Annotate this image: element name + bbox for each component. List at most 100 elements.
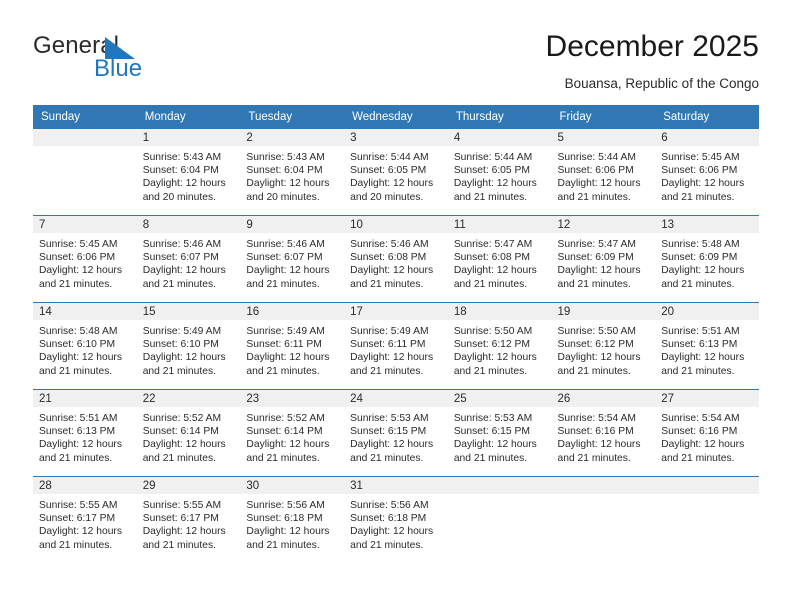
- calendar-day-cell[interactable]: 21 Sunrise: 5:51 AM Sunset: 6:13 PM Dayligh…: [33, 389, 137, 477]
- calendar-day-cell[interactable]: 14 Sunrise: 5:48 AM Sunset: 6:10 PM Dayligh…: [33, 302, 137, 390]
- calendar-day-cell-empty: [551, 476, 656, 563]
- calendar-day-cell[interactable]: 16 Sunrise: 5:49 AM Sunset: 6:11 PM Dayligh…: [240, 302, 345, 390]
- sunrise-text: Sunrise: 5:45 AM: [39, 239, 118, 250]
- calendar-grid: Sunday Monday Tuesday Wednesday Thursday Frid…: [33, 105, 759, 563]
- day-number: 31: [344, 477, 448, 494]
- sunset-text: Sunset: 6:17 PM: [142, 513, 219, 525]
- sunrise-text: Sunrise: 5:51 AM: [661, 326, 740, 337]
- day-details: Sunrise: 5:55 AM Sunset: 6:17 PM Daylight:…: [33, 494, 137, 552]
- day-number: 15: [136, 303, 241, 320]
- daylight-text: Daylight: 12 hours and 21 minutes.: [246, 526, 330, 551]
- day-details: Sunrise: 5:54 AM Sunset: 6:16 PM Daylight:…: [655, 407, 759, 465]
- day-number: 25: [447, 390, 552, 407]
- calendar-day-cell[interactable]: 5 Sunrise: 5:44 AM Sunset: 6:06 PM Daylight…: [551, 129, 656, 216]
- sunrise-text: Sunrise: 5:54 AM: [557, 413, 636, 424]
- calendar-day-cell[interactable]: 30 Sunrise: 5:56 AM Sunset: 6:18 PM Dayligh…: [240, 476, 345, 563]
- day-details: Sunrise: 5:46 AM Sunset: 6:08 PM Daylight:…: [344, 233, 448, 291]
- daylight-text: Daylight: 12 hours and 20 minutes.: [142, 178, 226, 203]
- daylight-text: Daylight: 12 hours and 21 minutes.: [557, 352, 641, 377]
- day-number: 28: [33, 477, 137, 494]
- sunset-text: Sunset: 6:08 PM: [453, 252, 530, 264]
- day-number: 21: [33, 390, 137, 407]
- day-details: Sunrise: 5:54 AM Sunset: 6:16 PM Daylight:…: [552, 407, 656, 465]
- day-number: [551, 477, 656, 494]
- calendar-week-row: 21 Sunrise: 5:51 AM Sunset: 6:13 PM Dayligh…: [33, 389, 759, 477]
- sunset-text: Sunset: 6:11 PM: [246, 339, 322, 351]
- sunrise-text: Sunrise: 5:43 AM: [142, 152, 222, 163]
- sunrise-text: Sunrise: 5:54 AM: [661, 413, 740, 424]
- sunset-text: Sunset: 6:11 PM: [350, 339, 426, 351]
- daylight-text: Daylight: 12 hours and 21 minutes.: [142, 352, 226, 377]
- daylight-text: Daylight: 12 hours and 21 minutes.: [246, 439, 330, 464]
- calendar-day-cell[interactable]: 8 Sunrise: 5:46 AM Sunset: 6:07 PM Daylight…: [136, 215, 241, 303]
- calendar-day-cell[interactable]: 28 Sunrise: 5:55 AM Sunset: 6:17 PM Dayligh…: [33, 476, 137, 563]
- calendar-day-cell[interactable]: 20 Sunrise: 5:51 AM Sunset: 6:13 PM Dayligh…: [655, 302, 759, 390]
- day-number: 14: [33, 303, 137, 320]
- calendar-day-cell[interactable]: 26 Sunrise: 5:54 AM Sunset: 6:16 PM Dayligh…: [551, 389, 656, 477]
- sunset-text: Sunset: 6:12 PM: [557, 339, 634, 351]
- calendar-day-cell[interactable]: 11 Sunrise: 5:47 AM Sunset: 6:08 PM Dayligh…: [447, 215, 552, 303]
- sunrise-text: Sunrise: 5:52 AM: [142, 413, 222, 424]
- calendar-day-cell[interactable]: 19 Sunrise: 5:50 AM Sunset: 6:12 PM Dayligh…: [551, 302, 656, 390]
- calendar-body: 1 Sunrise: 5:43 AM Sunset: 6:04 PM Daylight…: [33, 129, 759, 563]
- sunrise-text: Sunrise: 5:44 AM: [557, 152, 636, 163]
- calendar-day-cell[interactable]: 18 Sunrise: 5:50 AM Sunset: 6:12 PM Dayligh…: [447, 302, 552, 390]
- day-number: 29: [136, 477, 241, 494]
- calendar-day-cell[interactable]: 10 Sunrise: 5:46 AM Sunset: 6:08 PM Dayligh…: [344, 215, 448, 303]
- day-details: Sunrise: 5:45 AM Sunset: 6:06 PM Daylight:…: [655, 146, 759, 204]
- calendar-day-cell[interactable]: 22 Sunrise: 5:52 AM Sunset: 6:14 PM Dayligh…: [136, 389, 241, 477]
- day-number: 27: [655, 390, 759, 407]
- brand-name-blue: Blue: [94, 55, 143, 82]
- day-number: 1: [136, 129, 241, 146]
- sunrise-text: Sunrise: 5:44 AM: [350, 152, 429, 163]
- calendar-day-cell[interactable]: 15 Sunrise: 5:49 AM Sunset: 6:10 PM Dayligh…: [136, 302, 241, 390]
- day-details: Sunrise: 5:51 AM Sunset: 6:13 PM Daylight:…: [33, 407, 137, 465]
- calendar-header-row: Sunday Monday Tuesday Wednesday Thursday Frid…: [33, 105, 759, 129]
- calendar-week-row: 1 Sunrise: 5:43 AM Sunset: 6:04 PM Daylight…: [33, 129, 759, 216]
- calendar-day-cell[interactable]: 27 Sunrise: 5:54 AM Sunset: 6:16 PM Dayligh…: [655, 389, 759, 477]
- daylight-text: Daylight: 12 hours and 21 minutes.: [246, 265, 330, 290]
- calendar-day-cell[interactable]: 7 Sunrise: 5:45 AM Sunset: 6:06 PM Daylight…: [33, 215, 137, 303]
- sunrise-text: Sunrise: 5:45 AM: [661, 152, 740, 163]
- sunset-text: Sunset: 6:12 PM: [453, 339, 530, 351]
- day-details: Sunrise: 5:47 AM Sunset: 6:08 PM Daylight:…: [448, 233, 552, 291]
- calendar-day-cell[interactable]: 31 Sunrise: 5:56 AM Sunset: 6:18 PM Dayligh…: [344, 476, 448, 563]
- calendar-day-cell[interactable]: 4 Sunrise: 5:44 AM Sunset: 6:05 PM Daylight…: [447, 129, 552, 216]
- calendar-day-cell[interactable]: 24 Sunrise: 5:53 AM Sunset: 6:15 PM Dayligh…: [344, 389, 448, 477]
- calendar-table: Sunday Monday Tuesday Wednesday Thursday Frid…: [33, 105, 759, 563]
- day-number: 4: [447, 129, 552, 146]
- weekday-header-saturday: Saturday: [655, 105, 759, 129]
- sunset-text: Sunset: 6:18 PM: [246, 513, 323, 525]
- calendar-day-cell[interactable]: 25 Sunrise: 5:53 AM Sunset: 6:15 PM Dayligh…: [447, 389, 552, 477]
- daylight-text: Daylight: 12 hours and 21 minutes.: [350, 265, 434, 290]
- brand-logo[interactable]: General Blue: [33, 32, 233, 88]
- calendar-day-cell[interactable]: 12 Sunrise: 5:47 AM Sunset: 6:09 PM Dayligh…: [551, 215, 656, 303]
- day-details: Sunrise: 5:56 AM Sunset: 6:18 PM Daylight:…: [240, 494, 344, 552]
- sunset-text: Sunset: 6:16 PM: [557, 426, 634, 438]
- daylight-text: Daylight: 12 hours and 21 minutes.: [350, 439, 434, 464]
- daylight-text: Daylight: 12 hours and 21 minutes.: [142, 265, 226, 290]
- day-details: Sunrise: 5:55 AM Sunset: 6:17 PM Daylight:…: [137, 494, 241, 552]
- daylight-text: Daylight: 12 hours and 21 minutes.: [39, 352, 122, 377]
- calendar-day-cell[interactable]: 3 Sunrise: 5:44 AM Sunset: 6:05 PM Daylight…: [344, 129, 448, 216]
- calendar-day-cell[interactable]: 23 Sunrise: 5:52 AM Sunset: 6:14 PM Dayligh…: [240, 389, 345, 477]
- daylight-text: Daylight: 12 hours and 21 minutes.: [661, 178, 745, 203]
- calendar-day-cell[interactable]: 1 Sunrise: 5:43 AM Sunset: 6:04 PM Daylight…: [136, 129, 241, 216]
- day-number: 5: [551, 129, 656, 146]
- sunset-text: Sunset: 6:13 PM: [661, 339, 738, 351]
- calendar-day-cell[interactable]: 9 Sunrise: 5:46 AM Sunset: 6:07 PM Daylight…: [240, 215, 345, 303]
- calendar-day-cell[interactable]: 29 Sunrise: 5:55 AM Sunset: 6:17 PM Dayligh…: [136, 476, 241, 563]
- calendar-day-cell[interactable]: 17 Sunrise: 5:49 AM Sunset: 6:11 PM Dayligh…: [344, 302, 448, 390]
- day-details: Sunrise: 5:53 AM Sunset: 6:15 PM Daylight:…: [448, 407, 552, 465]
- sunset-text: Sunset: 6:07 PM: [142, 252, 219, 264]
- calendar-day-cell[interactable]: 13 Sunrise: 5:48 AM Sunset: 6:09 PM Dayligh…: [655, 215, 759, 303]
- calendar-day-cell[interactable]: 2 Sunrise: 5:43 AM Sunset: 6:04 PM Daylight…: [240, 129, 345, 216]
- sunrise-text: Sunrise: 5:56 AM: [246, 500, 325, 511]
- calendar-day-cell[interactable]: 6 Sunrise: 5:45 AM Sunset: 6:06 PM Daylight…: [655, 129, 759, 216]
- sunrise-text: Sunrise: 5:52 AM: [246, 413, 325, 424]
- day-number: 24: [344, 390, 448, 407]
- daylight-text: Daylight: 12 hours and 21 minutes.: [453, 178, 537, 203]
- calendar-day-cell-empty: [447, 476, 552, 563]
- day-number: 22: [136, 390, 241, 407]
- title-block: December 2025 Bouansa, Republic of the C…: [546, 28, 759, 94]
